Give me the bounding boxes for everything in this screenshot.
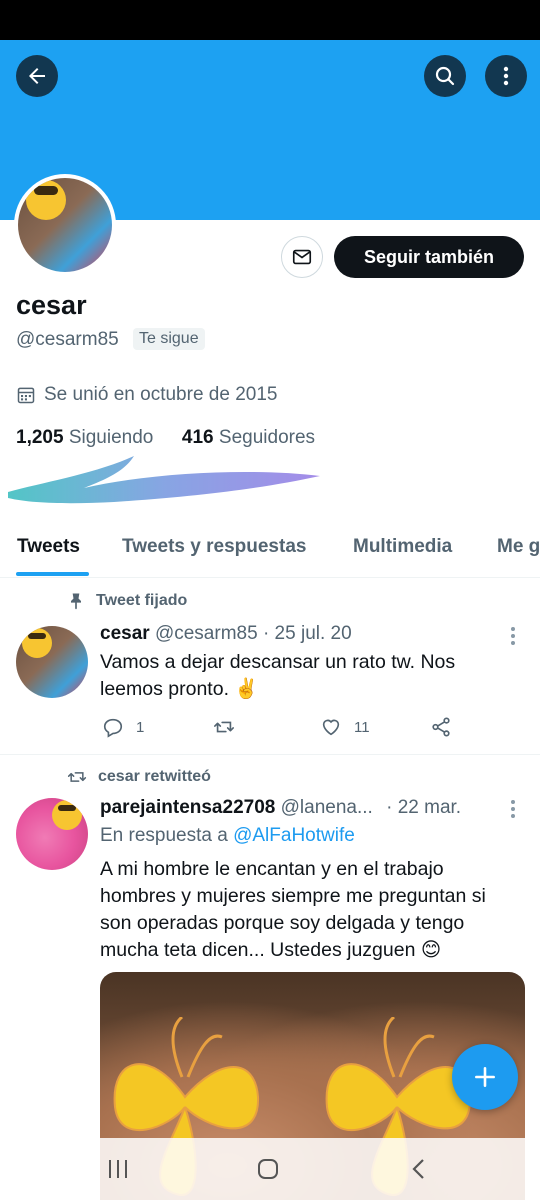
arrow-left-icon — [29, 68, 45, 84]
tweet-author-name: parejaintensa22708 — [100, 797, 276, 818]
joined-text: Se unió en octubre de 2015 — [44, 384, 278, 405]
home-icon[interactable] — [256, 1157, 280, 1181]
status-bar — [0, 0, 540, 40]
emoji-sticker — [22, 628, 52, 658]
profile-handle: @cesarm85 — [16, 329, 119, 350]
like-button[interactable]: 11 — [320, 716, 370, 738]
tweet-more-button[interactable] — [510, 800, 516, 821]
following-link[interactable]: 1,205 Siguiendo — [16, 427, 153, 448]
emoji-sticker — [52, 800, 82, 830]
active-tab-indicator — [16, 572, 89, 576]
tweet-header: parejaintensa22708 @lanena... · 22 mar. — [100, 797, 461, 819]
tweet-date: · 25 jul. 20 — [262, 623, 352, 644]
search-icon — [435, 66, 455, 86]
tweet-more-button[interactable] — [510, 627, 516, 648]
emoji-sticker — [26, 180, 66, 220]
more-vertical-icon — [503, 66, 509, 86]
pin-icon — [71, 593, 81, 610]
tab-likes[interactable]: Me g — [497, 536, 540, 558]
tab-tweets-replies[interactable]: Tweets y respuestas — [122, 536, 306, 558]
compose-tweet-button[interactable] — [452, 1044, 518, 1110]
mail-icon — [292, 249, 312, 265]
follow-stats: 1,205 Siguiendo 416 Seguidores — [16, 427, 315, 449]
tweet-divider — [0, 754, 540, 755]
followers-link[interactable]: 416 Seguidores — [182, 427, 315, 448]
tweet-date: · 22 mar. — [386, 797, 462, 818]
reply-context: En respuesta a @AlFaHotwife — [100, 825, 355, 846]
plus-icon — [475, 1067, 495, 1087]
reply-icon — [103, 718, 123, 738]
recent-apps-icon[interactable] — [106, 1158, 130, 1180]
tweet-avatar[interactable] — [16, 626, 88, 698]
tweet-author-handle: @lanena... — [280, 797, 373, 818]
back-button[interactable] — [16, 55, 58, 97]
reply-button[interactable]: 1 — [102, 716, 144, 738]
share-button[interactable] — [430, 716, 452, 738]
share-icon — [432, 717, 450, 737]
joined-date: Se unió en octubre de 2015 — [16, 384, 277, 406]
system-nav-bar — [0, 1138, 540, 1200]
tweet-text: A mi hombre le encantan y en el trabajo … — [100, 858, 486, 961]
tweet-author-handle: @cesarm85 — [154, 623, 258, 644]
tweet-avatar[interactable] — [16, 798, 88, 870]
profile-tabs: Tweets Tweets y respuestas Multimedia Me… — [0, 520, 540, 578]
more-options-button[interactable] — [485, 55, 527, 97]
profile-name: cesar — [16, 290, 87, 320]
tab-media[interactable]: Multimedia — [353, 536, 452, 558]
tweet-header: cesar @cesarm85 · 25 jul. 20 — [100, 623, 352, 645]
retweet-icon — [67, 772, 87, 782]
heart-icon — [322, 719, 340, 736]
tweet-text: Vamos a dejar descansar un rato tw. Nos … — [100, 651, 456, 700]
message-button[interactable] — [281, 236, 323, 278]
redaction-scribble — [8, 456, 320, 504]
reply-to-link[interactable]: @AlFaHotwife — [233, 825, 355, 846]
profile-avatar[interactable] — [14, 174, 116, 276]
follow-back-button[interactable]: Seguir también — [334, 236, 524, 278]
retweet-icon — [214, 721, 234, 733]
retweet-label: cesar retwitteó — [66, 767, 211, 787]
pinned-label: Tweet fijado — [66, 591, 187, 611]
search-button[interactable] — [424, 55, 466, 97]
follows-you-badge: Te sigue — [133, 328, 205, 350]
calendar-icon — [17, 387, 35, 404]
retweet-button[interactable] — [212, 716, 236, 738]
tweet-author-name: cesar — [100, 623, 150, 644]
back-nav-icon[interactable] — [408, 1158, 430, 1180]
tab-tweets[interactable]: Tweets — [17, 536, 80, 558]
